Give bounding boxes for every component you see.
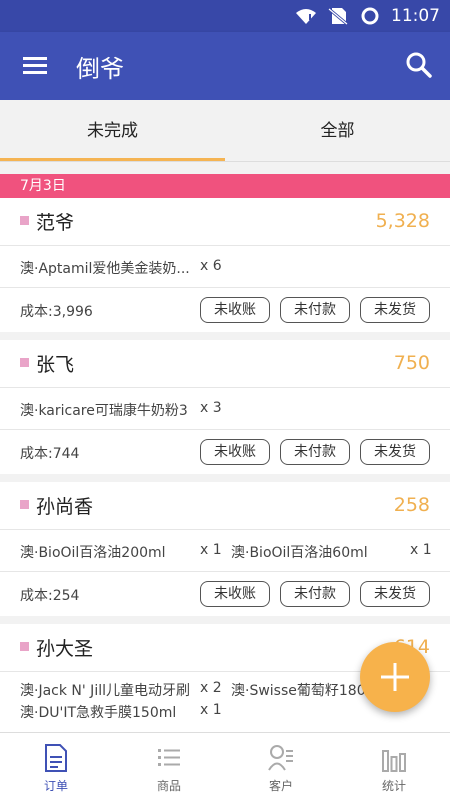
item-name: 澳·BioOil百洛油60ml [231, 545, 368, 561]
nav-orders[interactable]: 订单 [0, 733, 112, 800]
unreceived-button[interactable]: 未收账 [200, 297, 270, 323]
order-items: 澳·BioOil百洛油200ml x 1 澳·BioOil百洛油60ml x 1 [0, 530, 450, 572]
item-name: 澳·BioOil百洛油200ml [20, 545, 166, 561]
unpaid-button[interactable]: 未付款 [280, 581, 350, 607]
item-qty: x 6 [200, 258, 222, 274]
tab-indicator [0, 158, 225, 161]
item-qty: x 1 [200, 542, 222, 558]
customer-name: 孙尚香 [36, 496, 94, 518]
nav-label: 统计 [381, 779, 406, 793]
circle-status-icon [361, 7, 379, 25]
order-header: 范爷 5,328 [0, 198, 450, 246]
menu-icon[interactable] [20, 52, 50, 80]
order-total: 258 [393, 494, 430, 516]
order-total: 5,328 [375, 210, 430, 232]
unshipped-button[interactable]: 未发货 [360, 439, 430, 465]
document-icon [45, 744, 67, 772]
customer-name: 范爷 [36, 212, 75, 234]
order-card[interactable]: 范爷 5,328 澳·Aptamil爱他美金装奶... x 6 成本:3,996… [0, 198, 450, 332]
nav-label: 订单 [43, 779, 68, 793]
status-icons: 11:07 [295, 6, 440, 26]
list-icon [158, 749, 180, 766]
date-header: 7月3日 [0, 174, 450, 198]
order-cost: 成本:744 [20, 446, 80, 462]
nav-label: 商品 [156, 779, 181, 793]
contacts-icon [268, 745, 293, 771]
nav-label: 客户 [268, 779, 293, 793]
tab-unfinished[interactable]: 未完成 [0, 100, 225, 162]
unshipped-button[interactable]: 未发货 [360, 581, 430, 607]
customer-name: 孙大圣 [36, 638, 94, 660]
order-total: 750 [393, 352, 430, 374]
no-sim-icon [328, 7, 348, 25]
item-qty: x 1 [410, 542, 432, 558]
item-name: 澳·Aptamil爱他美金装奶... [20, 261, 190, 277]
tab-all[interactable]: 全部 [225, 100, 450, 162]
order-items: 澳·Aptamil爱他美金装奶... x 6 [0, 246, 450, 288]
order-card[interactable]: 张飞 750 澳·karicare可瑞康牛奶粉3 x 3 成本:744 未收账 … [0, 340, 450, 474]
cost-row: 成本:3,996 未收账 未付款 未发货 [0, 288, 450, 332]
unpaid-button[interactable]: 未付款 [280, 439, 350, 465]
item-name: 澳·karicare可瑞康牛奶粉3 [20, 403, 188, 419]
order-header: 张飞 750 [0, 340, 450, 388]
bar-chart-icon [382, 750, 406, 772]
tab-bar: 未完成 全部 [0, 100, 450, 162]
bottom-nav: 订单 商品 客户 统计 [0, 732, 450, 800]
nav-customers[interactable]: 客户 [225, 733, 337, 800]
order-cost: 成本:254 [20, 588, 80, 604]
item-name: 澳·Jack N' Jill儿童电动牙刷 [20, 683, 190, 699]
name-marker [20, 500, 29, 509]
item-qty: x 3 [200, 400, 222, 416]
status-time: 11:07 [391, 6, 440, 26]
app-title: 倒爷 [76, 55, 124, 83]
item-qty: x 2 [200, 680, 222, 696]
order-cost: 成本:3,996 [20, 304, 93, 320]
cost-row: 成本:254 未收账 未付款 未发货 [0, 572, 450, 616]
unpaid-button[interactable]: 未付款 [280, 297, 350, 323]
unreceived-button[interactable]: 未收账 [200, 581, 270, 607]
nav-products[interactable]: 商品 [113, 733, 225, 800]
add-order-button[interactable] [360, 642, 430, 712]
order-card[interactable]: 孙尚香 258 澳·BioOil百洛油200ml x 1 澳·BioOil百洛油… [0, 482, 450, 616]
app-bar: 倒爷 [0, 32, 450, 100]
status-bar: 11:07 [0, 0, 450, 32]
name-marker [20, 358, 29, 367]
order-header: 孙尚香 258 [0, 482, 450, 530]
name-marker [20, 642, 29, 651]
unreceived-button[interactable]: 未收账 [200, 439, 270, 465]
search-icon[interactable] [404, 50, 434, 80]
item-name: 澳·Swisse葡萄籽180 [231, 683, 366, 699]
item-qty: x 1 [200, 702, 222, 718]
wifi-alert-icon [296, 9, 316, 24]
nav-statistics[interactable]: 统计 [338, 733, 450, 800]
name-marker [20, 216, 29, 225]
customer-name: 张飞 [36, 354, 75, 376]
plus-icon [381, 663, 409, 691]
order-items: 澳·karicare可瑞康牛奶粉3 x 3 [0, 388, 450, 430]
unshipped-button[interactable]: 未发货 [360, 297, 430, 323]
item-name: 澳·DU'IT急救手膜150ml [20, 705, 177, 721]
cost-row: 成本:744 未收账 未付款 未发货 [0, 430, 450, 474]
